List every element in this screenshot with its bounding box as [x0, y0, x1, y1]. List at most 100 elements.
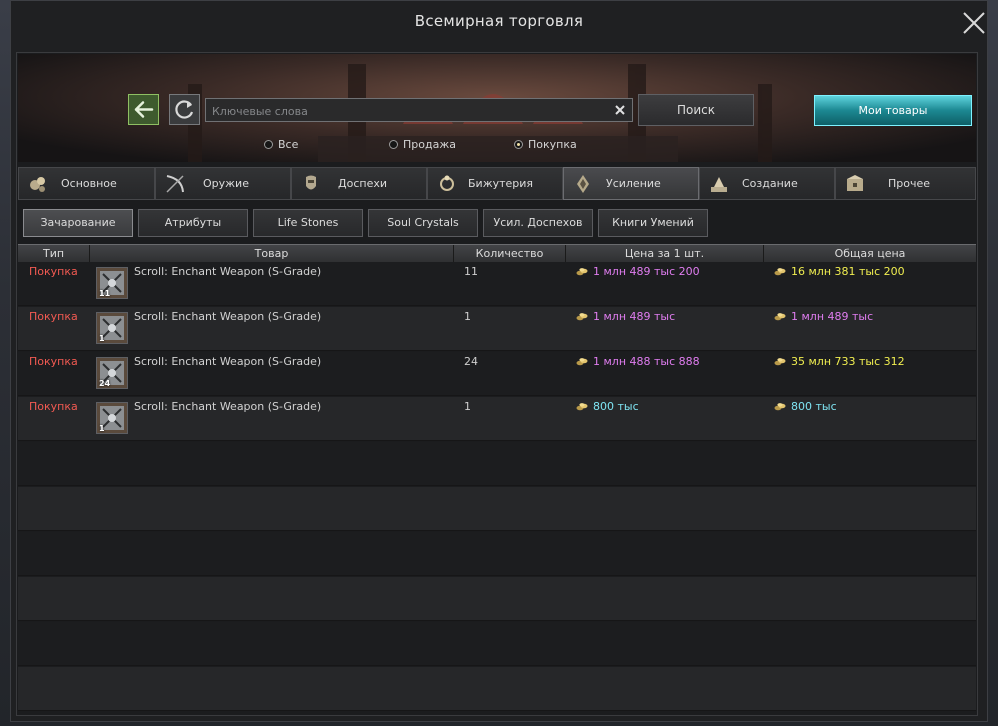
- arrow-left-icon: [134, 101, 154, 118]
- tab-weapons[interactable]: Оружие: [155, 167, 291, 200]
- refresh-button[interactable]: [169, 94, 200, 125]
- enhance-icon: [577, 175, 589, 193]
- category-tabs: Основное Оружие Доспехи Бижутерия Усилен…: [18, 167, 976, 200]
- item-icon-slot: 1: [96, 402, 128, 434]
- subtab-life-stones[interactable]: Life Stones: [253, 209, 363, 237]
- adena-coins-icon: [576, 313, 588, 321]
- filter-all-radio[interactable]: Все: [264, 138, 298, 152]
- tab-label: Оружие: [203, 177, 249, 190]
- total-price: 35 млн 733 тыс 312: [774, 355, 905, 368]
- table-header: Тип Товар Количество Цена за 1 шт. Общая…: [18, 244, 976, 264]
- empty-table-row: [18, 622, 976, 666]
- unit-price-value: 1 млн 488 тыс 888: [593, 355, 700, 368]
- adena-coins-icon: [576, 403, 588, 411]
- total-price: 800 тыс: [774, 400, 837, 413]
- total-price-value: 35 млн 733 тыс 312: [791, 355, 905, 368]
- table-row[interactable]: Покупка 24 Scroll: Enchant Weapon (S-Grade…: [18, 352, 976, 396]
- filter-label: Продажа: [403, 138, 456, 151]
- empty-table-row: [18, 667, 976, 711]
- search-input[interactable]: [210, 101, 609, 121]
- window-title: Всемирная торговля: [414, 12, 584, 30]
- empty-table-row: [18, 442, 976, 486]
- empty-table-row: [18, 577, 976, 621]
- item-stack-count: 1: [99, 424, 105, 433]
- subtab-enchant[interactable]: Зачарование: [23, 209, 133, 237]
- adena-coins-icon: [576, 358, 588, 366]
- item-name: Scroll: Enchant Weapon (S-Grade): [134, 400, 322, 413]
- column-header-unit-price[interactable]: Цена за 1 шт.: [566, 245, 764, 263]
- tab-jewelry[interactable]: Бижутерия: [427, 167, 563, 200]
- listing-type: Покупка: [29, 310, 78, 323]
- radio-button-icon: [264, 140, 273, 149]
- tab-crafting[interactable]: Создание: [699, 167, 835, 200]
- subtab-skill-books[interactable]: Книги Умений: [598, 209, 708, 237]
- total-price: 16 млн 381 тыс 200: [774, 265, 905, 278]
- unit-price: 1 млн 488 тыс 888: [576, 355, 700, 368]
- unit-price: 1 млн 489 тыс 200: [576, 265, 700, 278]
- radio-button-icon: [389, 140, 398, 149]
- column-header-item[interactable]: Товар: [90, 245, 454, 263]
- my-goods-button[interactable]: Мои товары: [814, 95, 972, 126]
- items-icon: [30, 177, 45, 192]
- tab-label: Доспехи: [338, 177, 387, 190]
- total-price-value: 1 млн 489 тыс: [791, 310, 874, 323]
- tab-label: Бижутерия: [468, 177, 534, 190]
- subtab-armor-enhance[interactable]: Усил. Доспехов: [483, 209, 593, 237]
- subtab-soul-crystals[interactable]: Soul Crystals: [368, 209, 478, 237]
- item-quantity: 1: [464, 400, 471, 413]
- item-quantity: 24: [464, 355, 478, 368]
- column-header-type[interactable]: Тип: [18, 245, 90, 263]
- adena-coins-icon: [774, 358, 786, 366]
- item-quantity: 11: [464, 265, 478, 278]
- item-stack-count: 11: [99, 289, 111, 298]
- close-button[interactable]: [960, 8, 988, 38]
- tab-other[interactable]: Прочее: [835, 167, 976, 200]
- tab-basic[interactable]: Основное: [18, 167, 155, 200]
- total-price: 1 млн 489 тыс: [774, 310, 873, 323]
- adena-coins-icon: [774, 403, 786, 411]
- item-icon-slot: 24: [96, 357, 128, 389]
- tab-label: Создание: [742, 177, 798, 190]
- unit-price: 800 тыс: [576, 400, 639, 413]
- unit-price-value: 1 млн 489 тыс 200: [593, 265, 700, 278]
- item-stack-count: 1: [99, 334, 105, 343]
- clear-icon: [615, 105, 625, 115]
- item-icon-slot: 11: [96, 267, 128, 299]
- adena-coins-icon: [774, 268, 786, 276]
- item-icon-slot: 1: [96, 312, 128, 344]
- unit-price-value: 800 тыс: [593, 400, 639, 413]
- search-button[interactable]: Поиск: [638, 94, 754, 126]
- subtab-attributes[interactable]: Атрибуты: [138, 209, 248, 237]
- table-row[interactable]: Покупка 1 Scroll: Enchant Weapon (S-Grade)…: [18, 307, 976, 351]
- back-button[interactable]: [128, 94, 159, 125]
- empty-table-row: [18, 487, 976, 531]
- table-row[interactable]: Покупка 1 Scroll: Enchant Weapon (S-Grade)…: [18, 397, 976, 441]
- tab-label: Усиление: [606, 177, 661, 190]
- refresh-icon: [175, 100, 194, 119]
- item-quantity: 1: [464, 310, 471, 323]
- clear-search-button[interactable]: [610, 100, 630, 120]
- filter-sell-radio[interactable]: Продажа: [389, 138, 456, 152]
- radio-button-selected-icon: [514, 140, 523, 149]
- listing-type: Покупка: [29, 400, 78, 413]
- unit-price: 1 млн 489 тыс: [576, 310, 675, 323]
- misc-icon: [847, 175, 863, 191]
- item-name: Scroll: Enchant Weapon (S-Grade): [134, 310, 322, 323]
- adena-coins-icon: [774, 313, 786, 321]
- column-header-total-price[interactable]: Общая цена: [764, 245, 976, 263]
- column-header-quantity[interactable]: Количество: [454, 245, 566, 263]
- tab-label: Основное: [61, 177, 117, 190]
- filter-buy-radio[interactable]: Покупка: [514, 138, 577, 152]
- table-row[interactable]: Покупка 11 Scroll: Enchant Weapon (S-Grade…: [18, 262, 976, 306]
- jewelry-icon: [440, 175, 454, 191]
- adena-coins-icon: [576, 268, 588, 276]
- listing-type: Покупка: [29, 265, 78, 278]
- tab-enhancement[interactable]: Усиление: [563, 167, 699, 200]
- tab-label: Прочее: [888, 177, 931, 190]
- empty-table-row: [18, 532, 976, 576]
- tab-armor[interactable]: Доспехи: [291, 167, 427, 200]
- unit-price-value: 1 млн 489 тыс: [593, 310, 676, 323]
- filter-label: Покупка: [528, 138, 577, 151]
- total-price-value: 800 тыс: [791, 400, 837, 413]
- search-field: [205, 98, 633, 122]
